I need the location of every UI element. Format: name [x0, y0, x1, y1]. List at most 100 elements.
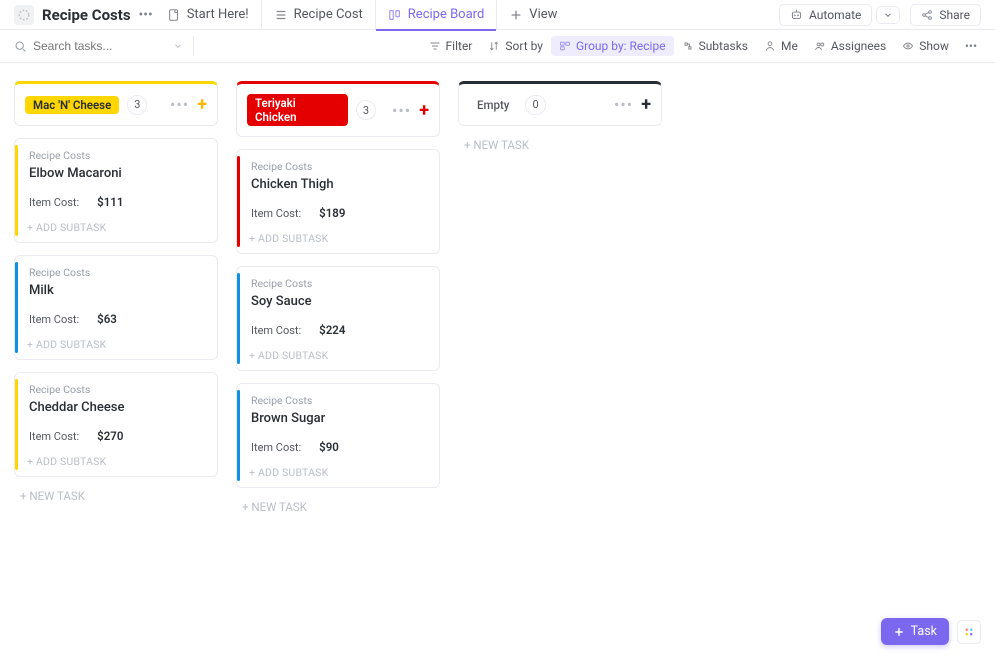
tab-label: Recipe Cost	[294, 7, 363, 22]
column-count: 3	[356, 100, 376, 120]
header-bar: Recipe Costs ••• Start Here! Recipe Cost…	[0, 0, 995, 30]
sort-icon	[488, 40, 500, 52]
group-label: Group by: Recipe	[576, 39, 666, 53]
column-more-icon[interactable]: •••	[392, 101, 411, 120]
new-task-fab[interactable]: Task	[881, 618, 949, 645]
column-header[interactable]: Teriyaki Chicken 3 ••• +	[236, 81, 440, 137]
item-cost-value: $111	[97, 195, 123, 209]
toolbar-more-icon[interactable]: •••	[961, 39, 981, 53]
share-label: Share	[939, 8, 970, 22]
column-more-icon[interactable]: •••	[170, 95, 189, 114]
group-by-button[interactable]: Group by: Recipe	[551, 36, 674, 56]
task-card[interactable]: Recipe Costs Cheddar Cheese Item Cost: $…	[14, 372, 218, 477]
apps-icon	[963, 626, 975, 638]
add-subtask-button[interactable]: + ADD SUBTASK	[27, 338, 205, 351]
column-header[interactable]: Empty 0 ••• +	[458, 81, 662, 126]
show-label: Show	[919, 39, 949, 53]
tab-recipe-cost[interactable]: Recipe Cost	[261, 0, 375, 30]
column-add-icon[interactable]: +	[641, 94, 651, 115]
card-breadcrumb: Recipe Costs	[27, 149, 205, 162]
column-count: 3	[127, 95, 147, 115]
column-more-icon[interactable]: •••	[614, 95, 633, 114]
add-subtask-button[interactable]: + ADD SUBTASK	[27, 221, 205, 234]
column-name-chip: Empty	[469, 96, 517, 114]
view-tabs: Start Here! Recipe Cost Recipe Board Vie…	[163, 0, 570, 30]
item-cost-label: Item Cost:	[29, 196, 79, 209]
toolbar: Filter Sort by Group by: Recipe Subtasks…	[0, 30, 995, 63]
board-icon	[388, 8, 402, 22]
new-task-button[interactable]: + NEW TASK	[458, 126, 662, 164]
subtasks-button[interactable]: Subtasks	[674, 36, 756, 56]
tab-start-here[interactable]: Start Here!	[163, 0, 261, 30]
search-input[interactable]	[33, 39, 163, 53]
show-button[interactable]: Show	[894, 36, 957, 56]
column-count: 0	[525, 95, 545, 115]
page-title: Recipe Costs	[42, 6, 131, 24]
sort-button[interactable]: Sort by	[480, 36, 551, 56]
column-add-icon[interactable]: +	[419, 100, 429, 121]
new-task-button[interactable]: + NEW TASK	[236, 488, 440, 526]
item-cost-value: $63	[97, 312, 117, 326]
list-icon	[274, 8, 288, 22]
space-icon	[14, 5, 34, 25]
card-breadcrumb: Recipe Costs	[249, 394, 427, 407]
add-subtask-button[interactable]: + ADD SUBTASK	[249, 349, 427, 362]
automate-button[interactable]: Automate	[779, 4, 872, 26]
task-card[interactable]: Recipe Costs Brown Sugar Item Cost: $90 …	[236, 383, 440, 488]
column-header[interactable]: Mac 'N' Cheese 3 ••• +	[14, 81, 218, 126]
chevron-down-icon	[883, 10, 893, 20]
tab-label: View	[529, 7, 557, 22]
me-button[interactable]: Me	[756, 36, 806, 56]
apps-button[interactable]	[957, 620, 981, 644]
card-title: Chicken Thigh	[249, 177, 427, 192]
filter-button[interactable]: Filter	[421, 36, 481, 56]
person-icon	[764, 40, 776, 52]
share-button[interactable]: Share	[910, 4, 981, 26]
assignees-button[interactable]: Assignees	[806, 36, 894, 56]
task-card[interactable]: Recipe Costs Soy Sauce Item Cost: $224 +…	[236, 266, 440, 371]
column-mac-n-cheese: Mac 'N' Cheese 3 ••• + Recipe Costs Elbo…	[14, 81, 218, 515]
tab-add-view[interactable]: View	[496, 0, 569, 30]
fab-label: Task	[911, 624, 937, 639]
task-card[interactable]: Recipe Costs Elbow Macaroni Item Cost: $…	[14, 138, 218, 243]
chevron-down-icon[interactable]	[173, 41, 183, 51]
search-wrap[interactable]	[14, 39, 183, 53]
filter-icon	[429, 40, 441, 52]
assignees-label: Assignees	[831, 39, 886, 53]
eye-icon	[902, 40, 914, 52]
tab-label: Start Here!	[187, 7, 249, 22]
task-card[interactable]: Recipe Costs Chicken Thigh Item Cost: $1…	[236, 149, 440, 254]
divider	[193, 36, 194, 56]
group-icon	[559, 40, 571, 52]
card-breadcrumb: Recipe Costs	[27, 383, 205, 396]
card-title: Milk	[27, 283, 205, 298]
title-more-icon[interactable]: •••	[135, 7, 157, 23]
new-task-button[interactable]: + NEW TASK	[14, 477, 218, 515]
item-cost-label: Item Cost:	[251, 441, 301, 454]
tab-recipe-board[interactable]: Recipe Board	[375, 0, 497, 30]
card-title: Cheddar Cheese	[27, 400, 205, 415]
item-cost-value: $189	[319, 206, 345, 220]
me-label: Me	[781, 39, 798, 53]
filter-label: Filter	[446, 39, 473, 53]
item-cost-label: Item Cost:	[29, 313, 79, 326]
add-subtask-button[interactable]: + ADD SUBTASK	[27, 455, 205, 468]
card-title: Elbow Macaroni	[27, 166, 205, 181]
board: Mac 'N' Cheese 3 ••• + Recipe Costs Elbo…	[0, 63, 995, 544]
task-card[interactable]: Recipe Costs Milk Item Cost: $63 + ADD S…	[14, 255, 218, 360]
add-subtask-button[interactable]: + ADD SUBTASK	[249, 466, 427, 479]
item-cost-label: Item Cost:	[29, 430, 79, 443]
column-teriyaki-chicken: Teriyaki Chicken 3 ••• + Recipe Costs Ch…	[236, 81, 440, 526]
card-breadcrumb: Recipe Costs	[249, 160, 427, 173]
automate-label: Automate	[809, 8, 861, 22]
column-empty: Empty 0 ••• + + NEW TASK	[458, 81, 662, 164]
automate-chevron[interactable]	[876, 6, 900, 24]
people-icon	[814, 40, 826, 52]
column-name-chip: Mac 'N' Cheese	[25, 96, 119, 114]
robot-icon	[790, 8, 803, 21]
card-title: Brown Sugar	[249, 411, 427, 426]
card-title: Soy Sauce	[249, 294, 427, 309]
column-add-icon[interactable]: +	[197, 94, 207, 115]
add-subtask-button[interactable]: + ADD SUBTASK	[249, 232, 427, 245]
item-cost-label: Item Cost:	[251, 207, 301, 220]
